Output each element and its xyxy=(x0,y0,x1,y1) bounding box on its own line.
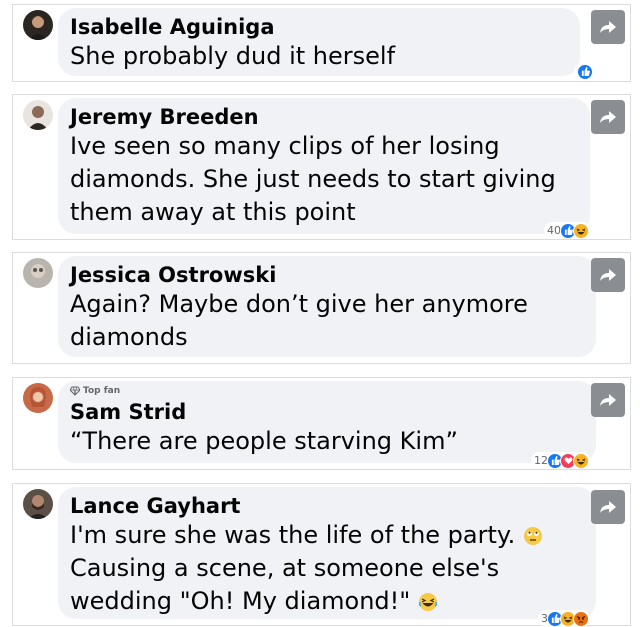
commenter-name[interactable]: Lance Gayhart xyxy=(70,493,584,519)
avatar[interactable] xyxy=(23,489,53,519)
reaction-summary[interactable]: 40 xyxy=(544,222,590,239)
comment-text: Again? Maybe don’t give her anymore diam… xyxy=(70,290,528,351)
avatar[interactable] xyxy=(23,258,53,288)
diamond-icon xyxy=(70,386,80,396)
share-arrow-icon xyxy=(600,394,616,406)
comment-bubble: Jeremy Breeden Ive seen so many clips of… xyxy=(58,98,590,234)
reaction-summary[interactable] xyxy=(574,63,594,80)
comment-text-line: Causing a scene, at someone else's xyxy=(70,554,500,582)
comment-card: Isabelle Aguiniga She probably dud it he… xyxy=(12,4,631,82)
share-arrow-icon xyxy=(600,269,616,281)
top-fan-badge: Top fan xyxy=(70,385,584,397)
comment-card: Jeremy Breeden Ive seen so many clips of… xyxy=(12,94,631,240)
share-button[interactable] xyxy=(591,383,625,417)
share-arrow-icon xyxy=(600,111,616,123)
commenter-name[interactable]: Sam Strid xyxy=(70,399,584,425)
commenter-name[interactable]: Jessica Ostrowski xyxy=(70,262,584,288)
comment-text: Ive seen so many clips of her losing dia… xyxy=(70,132,556,226)
like-reaction-icon xyxy=(577,63,593,80)
comment-text-line: I'm sure she was the life of the party. xyxy=(70,521,516,549)
comment-text-line: wedding "Oh! My diamond!" xyxy=(70,587,411,615)
reaction-summary[interactable]: 12 xyxy=(531,452,590,469)
angry-reaction-icon xyxy=(573,610,589,627)
comment-card: Lance Gayhart I'm sure she was the life … xyxy=(12,483,631,627)
comment-text: “There are people starving Kim” xyxy=(70,427,458,455)
reaction-summary[interactable]: 3 xyxy=(538,610,590,627)
eye-roll-emoji xyxy=(523,527,542,545)
avatar[interactable] xyxy=(23,383,53,413)
share-arrow-icon xyxy=(600,501,616,513)
commenter-name[interactable]: Isabelle Aguiniga xyxy=(70,14,568,40)
badge-label: Top fan xyxy=(83,386,121,396)
reaction-count: 12 xyxy=(534,454,548,467)
comment-bubble: Lance Gayhart I'm sure she was the life … xyxy=(58,487,596,619)
comment-text: She probably dud it herself xyxy=(70,42,396,70)
comment-bubble: Jessica Ostrowski Again? Maybe don’t giv… xyxy=(58,256,596,357)
haha-reaction-icon xyxy=(573,222,589,239)
commenter-name[interactable]: Jeremy Breeden xyxy=(70,104,578,130)
comment-bubble: Isabelle Aguiniga She probably dud it he… xyxy=(58,8,580,76)
comment-bubble: Top fan Sam Strid “There are people star… xyxy=(58,381,596,463)
reaction-count: 40 xyxy=(547,224,561,237)
share-button[interactable] xyxy=(591,258,625,292)
laughing-emoji xyxy=(418,593,438,611)
share-button[interactable] xyxy=(591,10,625,44)
share-arrow-icon xyxy=(600,21,616,33)
comment-card: Top fan Sam Strid “There are people star… xyxy=(12,377,631,470)
haha-reaction-icon xyxy=(573,452,589,469)
avatar[interactable] xyxy=(23,10,53,40)
avatar[interactable] xyxy=(23,100,53,130)
share-button[interactable] xyxy=(591,490,625,524)
comment-text: I'm sure she was the life of the party. … xyxy=(70,519,584,618)
comment-card: Jessica Ostrowski Again? Maybe don’t giv… xyxy=(12,252,631,364)
share-button[interactable] xyxy=(591,100,625,134)
